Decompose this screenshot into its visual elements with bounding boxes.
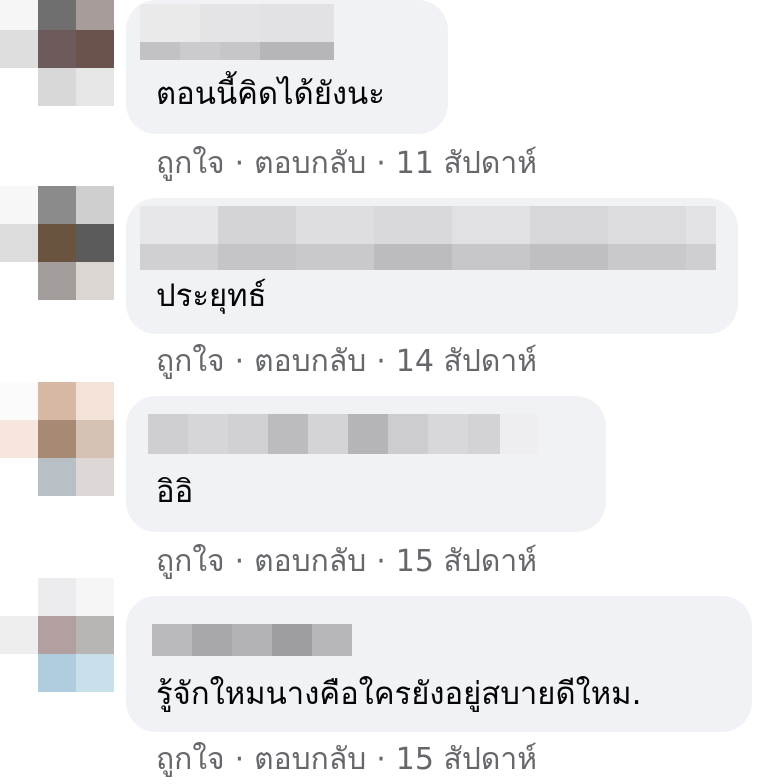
comment-thread: ตอนนี้คิดได้ยังนะ ถูกใจ · ตอบกลับ · 11 สัปดา… xyxy=(0,0,766,784)
comment-bubble: ประยุทธ์ xyxy=(126,198,738,334)
timestamp-link[interactable]: 15 สัปดาห์ xyxy=(396,742,537,777)
comment-bubble: ตอนนี้คิดได้ยังนะ xyxy=(126,0,448,134)
blurred-author-name[interactable] xyxy=(140,206,716,270)
blurred-author-name[interactable] xyxy=(140,4,334,60)
avatar[interactable] xyxy=(0,186,114,300)
separator: · xyxy=(376,344,386,379)
reply-link[interactable]: ตอบกลับ xyxy=(254,146,366,181)
reply-link[interactable]: ตอบกลับ xyxy=(254,544,366,579)
avatar[interactable] xyxy=(0,0,114,106)
comment-bubble: อิอิ xyxy=(126,396,606,532)
blurred-author-name[interactable] xyxy=(148,414,538,454)
avatar[interactable] xyxy=(0,578,114,692)
comment-actions: ถูกใจ · ตอบกลับ · 11 สัปดาห์ xyxy=(156,144,537,184)
like-link[interactable]: ถูกใจ xyxy=(156,146,225,181)
blurred-author-name[interactable] xyxy=(152,624,352,656)
separator: · xyxy=(234,344,245,379)
reply-link[interactable]: ตอบกลับ xyxy=(254,344,366,379)
comment-text: ประยุทธ์ xyxy=(156,278,267,314)
timestamp-link[interactable]: 14 สัปดาห์ xyxy=(396,344,537,379)
comment-text: อิอิ xyxy=(156,474,194,510)
reply-link[interactable]: ตอบกลับ xyxy=(254,742,366,777)
separator: · xyxy=(234,742,245,777)
separator: · xyxy=(234,146,245,181)
comment-actions: ถูกใจ · ตอบกลับ · 14 สัปดาห์ xyxy=(156,342,537,382)
like-link[interactable]: ถูกใจ xyxy=(156,544,225,579)
comment-actions: ถูกใจ · ตอบกลับ · 15 สัปดาห์ xyxy=(156,740,537,780)
like-link[interactable]: ถูกใจ xyxy=(156,344,225,379)
timestamp-link[interactable]: 11 สัปดาห์ xyxy=(396,146,537,181)
like-link[interactable]: ถูกใจ xyxy=(156,742,225,777)
comment-bubble: รู้จักใหมนางคือใครยังอยู่สบายดีใหม. xyxy=(126,596,752,732)
comment-actions: ถูกใจ · ตอบกลับ · 15 สัปดาห์ xyxy=(156,542,537,582)
avatar[interactable] xyxy=(0,382,114,496)
comment-text: รู้จักใหมนางคือใครยังอยู่สบายดีใหม. xyxy=(156,676,642,712)
separator: · xyxy=(376,544,386,579)
separator: · xyxy=(376,146,386,181)
separator: · xyxy=(234,544,245,579)
separator: · xyxy=(376,742,386,777)
timestamp-link[interactable]: 15 สัปดาห์ xyxy=(396,544,537,579)
comment-text: ตอนนี้คิดได้ยังนะ xyxy=(156,76,385,112)
